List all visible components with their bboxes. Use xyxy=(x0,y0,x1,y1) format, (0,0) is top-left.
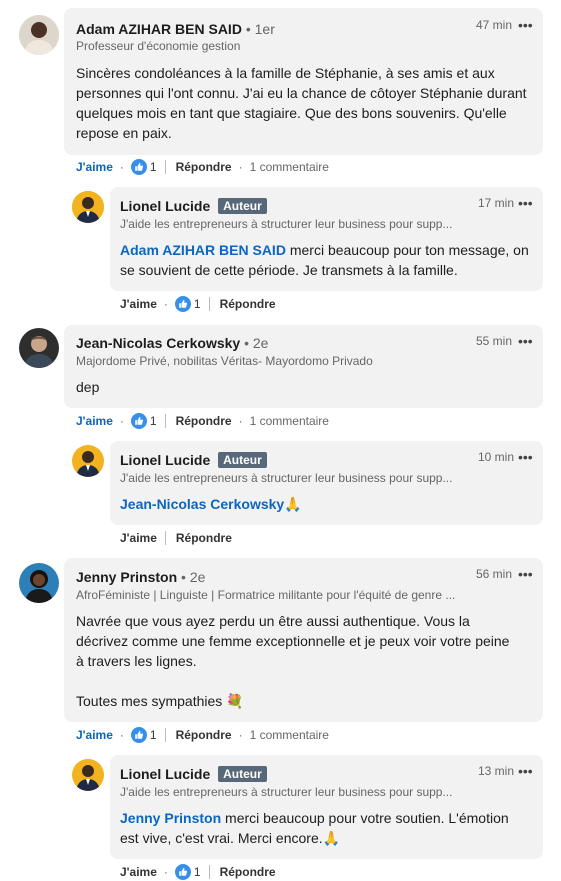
reply-actions: J'aime · 1 Répondre xyxy=(120,862,276,881)
separator-dot: · xyxy=(119,728,124,742)
separator-dot: · xyxy=(163,297,168,311)
connection-degree: • 2e xyxy=(181,569,206,585)
reply-text: Jenny Prinston merci beaucoup pour votre… xyxy=(120,808,530,848)
separator-dot: · xyxy=(238,160,243,174)
more-options-icon[interactable]: ••• xyxy=(518,763,533,779)
avatar[interactable] xyxy=(72,759,104,791)
comment-actions: J'aime · 1 Répondre · 1 commentaire xyxy=(76,725,329,745)
author-headline: Majordome Privé, nobilitas Véritas- Mayo… xyxy=(76,354,373,368)
like-button[interactable]: J'aime xyxy=(120,865,157,879)
reply-button[interactable]: Répondre xyxy=(220,297,276,311)
author-name[interactable]: Adam AZIHAR BEN SAID xyxy=(76,21,242,37)
replies-count-link[interactable]: 1 commentaire xyxy=(250,414,329,428)
reply-button[interactable]: Répondre xyxy=(176,531,232,545)
separator-dot: · xyxy=(119,160,124,174)
divider xyxy=(164,160,166,174)
author-badge: Auteur xyxy=(218,766,267,782)
author-badge: Auteur xyxy=(218,452,267,468)
divider xyxy=(208,297,210,311)
connection-degree: • 2e xyxy=(244,335,269,351)
reaction-count[interactable]: 1 xyxy=(194,865,201,879)
avatar[interactable] xyxy=(19,328,59,368)
like-reaction-icon[interactable] xyxy=(175,296,191,312)
reply-author-line: Lionel Lucide Auteur xyxy=(120,197,267,215)
like-button[interactable]: J'aime xyxy=(76,728,113,742)
mention-link[interactable]: Jenny Prinston xyxy=(120,810,221,826)
comment-author-line: Jenny Prinston • 2e xyxy=(76,568,205,586)
reply-button[interactable]: Répondre xyxy=(176,160,232,174)
reply-timestamp: 10 min xyxy=(478,450,515,464)
author-name[interactable]: Lionel Lucide xyxy=(120,198,210,214)
reply-button[interactable]: Répondre xyxy=(220,865,276,879)
separator-dot: · xyxy=(238,414,243,428)
more-options-icon[interactable]: ••• xyxy=(518,195,533,211)
reply-text: Adam AZIHAR BEN SAID merci beaucoup pour… xyxy=(120,240,530,280)
author-headline: AfroFéministe | Linguiste | Formatrice m… xyxy=(76,588,456,602)
reaction-count[interactable]: 1 xyxy=(150,728,157,742)
author-headline: J'aide les entrepreneurs à structurer le… xyxy=(120,217,453,231)
more-options-icon[interactable]: ••• xyxy=(518,449,533,465)
mention-link[interactable]: Jean-Nicolas Cerkowsky xyxy=(120,496,284,512)
separator-dot: · xyxy=(119,414,124,428)
author-headline: J'aide les entrepreneurs à structurer le… xyxy=(120,471,453,485)
author-name[interactable]: Jenny Prinston xyxy=(76,569,177,585)
divider xyxy=(164,414,166,428)
reply-author-line: Lionel Lucide Auteur xyxy=(120,451,267,469)
comment-author-line: Adam AZIHAR BEN SAID • 1er xyxy=(76,20,275,38)
author-headline: J'aide les entrepreneurs à structurer le… xyxy=(120,785,453,799)
comment-timestamp: 55 min xyxy=(476,334,513,348)
author-name[interactable]: Lionel Lucide xyxy=(120,766,210,782)
comment-text: Sincères condoléances à la famille de St… xyxy=(76,65,527,141)
separator-dot: · xyxy=(163,865,168,879)
separator-dot: · xyxy=(238,728,243,742)
reply-timestamp: 13 min xyxy=(478,764,515,778)
like-reaction-icon[interactable] xyxy=(131,413,147,429)
more-options-icon[interactable]: ••• xyxy=(518,333,533,349)
author-name[interactable]: Lionel Lucide xyxy=(120,452,210,468)
reply-actions: J'aime · 1 Répondre xyxy=(120,294,276,314)
avatar[interactable] xyxy=(72,445,104,477)
reply-author-line: Lionel Lucide Auteur xyxy=(120,765,267,783)
reply-button[interactable]: Répondre xyxy=(176,728,232,742)
reaction-count[interactable]: 1 xyxy=(194,297,201,311)
more-options-icon[interactable]: ••• xyxy=(518,566,533,582)
like-button[interactable]: J'aime xyxy=(120,531,157,545)
reply-text: Jean-Nicolas Cerkowsky🙏 xyxy=(120,494,530,514)
like-button[interactable]: J'aime xyxy=(76,160,113,174)
like-reaction-icon[interactable] xyxy=(175,864,191,880)
divider xyxy=(164,728,166,742)
replies-count-link[interactable]: 1 commentaire xyxy=(250,160,329,174)
replies-count-link[interactable]: 1 commentaire xyxy=(250,728,329,742)
connection-degree: • 1er xyxy=(245,21,275,37)
divider xyxy=(208,865,210,879)
reaction-count[interactable]: 1 xyxy=(150,160,157,174)
comment-actions: J'aime · 1 Répondre · 1 commentaire xyxy=(76,411,329,431)
reply-button[interactable]: Répondre xyxy=(176,414,232,428)
reply-text-body: 🙏 xyxy=(284,496,302,512)
reaction-count[interactable]: 1 xyxy=(150,414,157,428)
reply-actions: J'aime Répondre xyxy=(120,528,232,548)
comment-text: dep xyxy=(76,379,100,395)
author-headline: Professeur d'économie gestion xyxy=(76,39,241,53)
comment-text-closing: Toutes mes sympathies 💐 xyxy=(76,693,244,709)
like-button[interactable]: J'aime xyxy=(76,414,113,428)
comment-author-line: Jean-Nicolas Cerkowsky • 2e xyxy=(76,334,268,352)
author-name[interactable]: Jean-Nicolas Cerkowsky xyxy=(76,335,240,351)
avatar[interactable] xyxy=(72,191,104,223)
comment-timestamp: 47 min xyxy=(476,18,513,32)
divider xyxy=(164,531,166,545)
avatar[interactable] xyxy=(19,15,59,55)
comment-actions: J'aime · 1 Répondre · 1 commentaire xyxy=(76,157,329,177)
like-button[interactable]: J'aime xyxy=(120,297,157,311)
like-reaction-icon[interactable] xyxy=(131,727,147,743)
reply-timestamp: 17 min xyxy=(478,196,515,210)
more-options-icon[interactable]: ••• xyxy=(518,17,533,33)
comment-timestamp: 56 min xyxy=(476,567,513,581)
comment-text: Navrée que vous ayez perdu un être aussi… xyxy=(76,613,510,669)
mention-link[interactable]: Adam AZIHAR BEN SAID xyxy=(120,242,286,258)
author-badge: Auteur xyxy=(218,198,267,214)
avatar[interactable] xyxy=(19,563,59,603)
like-reaction-icon[interactable] xyxy=(131,159,147,175)
